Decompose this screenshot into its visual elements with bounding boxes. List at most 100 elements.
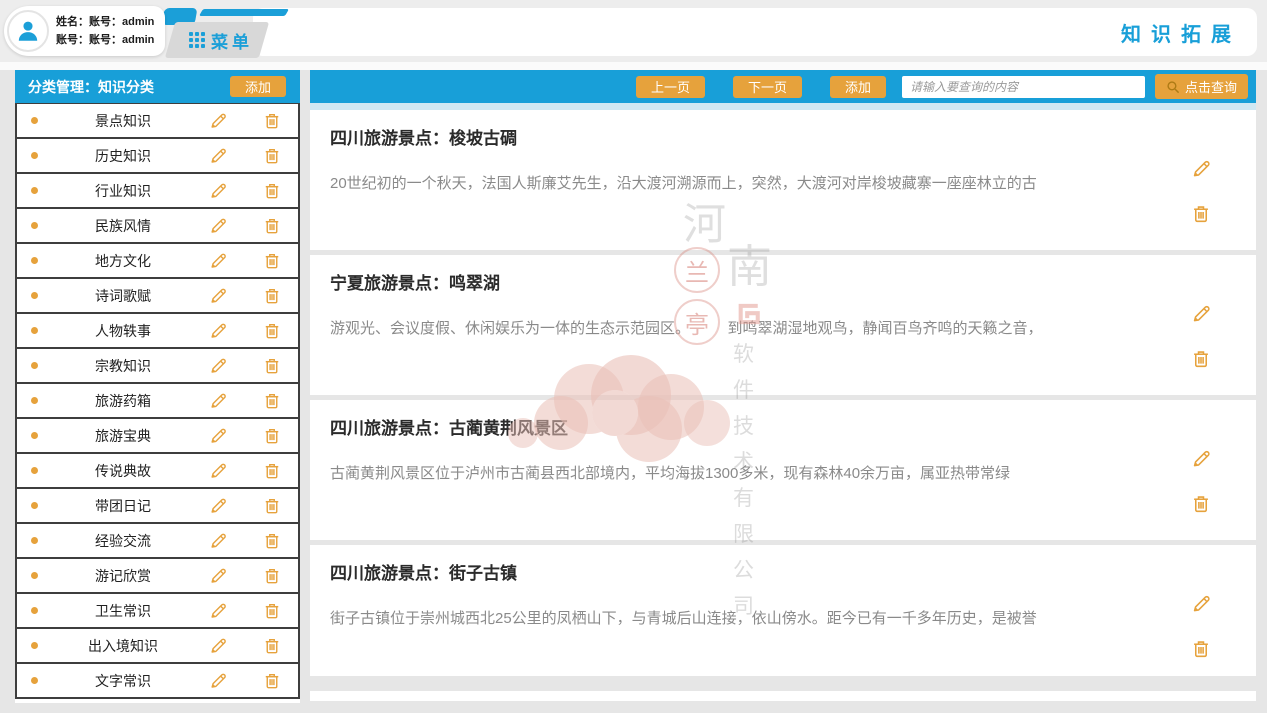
edit-icon[interactable] <box>208 496 228 516</box>
edit-icon[interactable] <box>208 531 228 551</box>
category-label: 诗词歌赋 <box>38 286 208 306</box>
title-bar: 知识拓展 <box>253 8 1257 56</box>
edit-icon[interactable] <box>208 181 228 201</box>
search-input[interactable] <box>902 76 1145 98</box>
sidebar-header: 分类管理：知识分类 添加 <box>15 70 300 103</box>
category-row[interactable]: 文字常识 <box>17 664 298 699</box>
category-label: 带团日记 <box>38 496 208 516</box>
bullet-icon <box>31 292 38 299</box>
app-window: 知识拓展 姓名：账号：admin 账号：账号：admin 菜单 分类管理：知识分… <box>0 0 1267 713</box>
delete-icon[interactable] <box>262 671 282 691</box>
category-label: 旅游药箱 <box>38 391 208 411</box>
delete-icon[interactable] <box>262 636 282 656</box>
bullet-icon <box>31 642 38 649</box>
bullet-icon <box>31 432 38 439</box>
category-label: 传说典故 <box>38 461 208 481</box>
delete-icon[interactable] <box>262 286 282 306</box>
category-row[interactable]: 出入境知识 <box>17 629 298 664</box>
edit-icon[interactable] <box>208 566 228 586</box>
delete-icon[interactable] <box>262 391 282 411</box>
page-title: 知识拓展 <box>1121 18 1241 47</box>
category-row[interactable]: 诗词歌赋 <box>17 279 298 314</box>
delete-icon[interactable] <box>262 426 282 446</box>
delete-icon[interactable] <box>262 601 282 621</box>
delete-icon[interactable] <box>262 461 282 481</box>
category-row[interactable]: 游记欣赏 <box>17 559 298 594</box>
delete-icon[interactable] <box>262 111 282 131</box>
bullet-icon <box>31 502 38 509</box>
category-row[interactable]: 传说典故 <box>17 454 298 489</box>
delete-icon[interactable] <box>262 181 282 201</box>
category-row[interactable]: 民族风情 <box>17 209 298 244</box>
add-category-button[interactable]: 添加 <box>230 76 286 97</box>
user-avatar-icon <box>7 10 49 52</box>
search-icon <box>1166 80 1180 94</box>
delete-icon[interactable] <box>262 146 282 166</box>
delete-icon[interactable] <box>262 321 282 341</box>
delete-icon[interactable] <box>262 566 282 586</box>
edit-icon[interactable] <box>208 146 228 166</box>
search-button[interactable]: 点击查询 <box>1155 74 1248 99</box>
category-row[interactable]: 旅游药箱 <box>17 384 298 419</box>
search-button-label: 点击查询 <box>1185 77 1237 96</box>
bullet-icon <box>31 607 38 614</box>
edit-icon[interactable] <box>208 636 228 656</box>
article-card: 四川旅游景点：古蔺黄荆风景区 古蔺黄荆风景区位于泸州市古蔺县西北部境内，平均海拔… <box>310 400 1256 540</box>
category-label: 景点知识 <box>38 111 208 131</box>
category-row[interactable]: 景点知识 <box>17 104 298 139</box>
category-row[interactable]: 卫生常识 <box>17 594 298 629</box>
next-page-button[interactable]: 下一页 <box>733 76 802 98</box>
header-divider <box>0 62 1267 70</box>
bullet-icon <box>31 257 38 264</box>
bullet-icon <box>31 397 38 404</box>
category-label: 历史知识 <box>38 146 208 166</box>
edit-icon[interactable] <box>208 426 228 446</box>
article-title: 四川旅游景点：街子古镇 <box>330 563 1176 585</box>
edit-icon[interactable] <box>208 356 228 376</box>
edit-icon[interactable] <box>208 601 228 621</box>
delete-icon[interactable] <box>262 356 282 376</box>
category-label: 文字常识 <box>38 671 208 691</box>
article-title: 四川旅游景点：古蔺黄荆风景区 <box>330 418 1176 440</box>
edit-icon[interactable] <box>208 671 228 691</box>
main-toolbar: 上一页 下一页 添加 点击查询 <box>310 70 1256 103</box>
edit-icon[interactable] <box>1190 448 1212 470</box>
delete-icon[interactable] <box>1190 493 1212 515</box>
category-row[interactable]: 人物轶事 <box>17 314 298 349</box>
edit-icon[interactable] <box>208 286 228 306</box>
category-row[interactable]: 地方文化 <box>17 244 298 279</box>
add-article-button[interactable]: 添加 <box>830 76 886 98</box>
edit-icon[interactable] <box>1190 158 1212 180</box>
delete-icon[interactable] <box>262 251 282 271</box>
delete-icon[interactable] <box>262 531 282 551</box>
bullet-icon <box>31 362 38 369</box>
category-row[interactable]: 带团日记 <box>17 489 298 524</box>
toolbar-underline <box>310 103 1256 110</box>
menu-button[interactable]: 菜单 <box>165 22 269 58</box>
delete-icon[interactable] <box>1190 348 1212 370</box>
delete-icon[interactable] <box>1190 638 1212 660</box>
category-row[interactable]: 行业知识 <box>17 174 298 209</box>
edit-icon[interactable] <box>1190 303 1212 325</box>
edit-icon[interactable] <box>208 461 228 481</box>
delete-icon[interactable] <box>262 496 282 516</box>
category-label: 民族风情 <box>38 216 208 236</box>
edit-icon[interactable] <box>208 251 228 271</box>
edit-icon[interactable] <box>1190 593 1212 615</box>
edit-icon[interactable] <box>208 391 228 411</box>
prev-page-button[interactable]: 上一页 <box>636 76 705 98</box>
article-card: 四川旅游景点：梭坡古碉 20世纪初的一个秋天，法国人斯廉艾先生，沿大渡河溯源而上… <box>310 110 1256 250</box>
category-label: 卫生常识 <box>38 601 208 621</box>
edit-icon[interactable] <box>208 111 228 131</box>
category-row[interactable]: 经验交流 <box>17 524 298 559</box>
delete-icon[interactable] <box>262 216 282 236</box>
category-row[interactable]: 旅游宝典 <box>17 419 298 454</box>
edit-icon[interactable] <box>208 321 228 341</box>
bullet-icon <box>31 152 38 159</box>
delete-icon[interactable] <box>1190 203 1212 225</box>
category-row[interactable]: 宗教知识 <box>17 349 298 384</box>
user-info: 姓名：账号：admin 账号：账号：admin <box>56 13 154 49</box>
category-list: 景点知识 历史知识 行业知识 民族风情 <box>15 103 300 699</box>
edit-icon[interactable] <box>208 216 228 236</box>
category-row[interactable]: 历史知识 <box>17 139 298 174</box>
